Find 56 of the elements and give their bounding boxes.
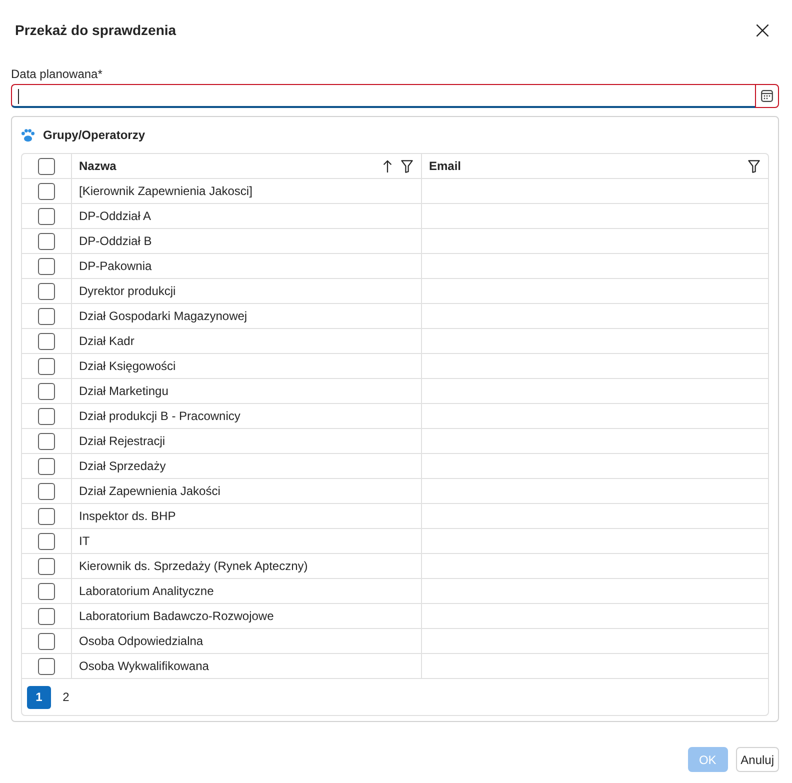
table-cell-text: Laboratorium Analityczne — [79, 583, 214, 600]
table-cell-text: DP-Oddział B — [79, 233, 152, 250]
filter-icon[interactable] — [401, 160, 413, 172]
checkbox[interactable] — [38, 408, 55, 424]
table-cell-text: Dział Rejestracji — [79, 433, 166, 450]
sort-up-arrow-icon[interactable] — [383, 160, 392, 172]
table-cell-text: Dział Kadr — [79, 333, 134, 350]
checkbox[interactable] — [38, 382, 55, 400]
table-cell-text: Dyrektor produkcji — [79, 283, 176, 300]
paw-icon — [21, 128, 35, 142]
checkbox[interactable] — [38, 432, 55, 450]
checkbox[interactable] — [38, 482, 55, 500]
calendar-button[interactable] — [755, 84, 779, 108]
field-label: Data planowana* — [11, 66, 102, 82]
checkbox[interactable] — [38, 532, 55, 550]
checkbox[interactable] — [38, 582, 55, 600]
dialog-title: Przekaż do sprawdzenia — [15, 20, 176, 40]
checkbox[interactable] — [38, 508, 55, 524]
checkbox[interactable] — [38, 632, 55, 650]
calendar-icon — [761, 90, 773, 102]
table-cell-text: Dział Marketingu — [79, 383, 168, 400]
column-header[interactable]: Email — [429, 157, 462, 175]
table-cell-text: Laboratorium Badawczo-Rozwojowe — [79, 608, 274, 625]
table-cell-text: Kierownik ds. Sprzedaży (Rynek Apteczny) — [79, 558, 308, 575]
checkbox[interactable] — [38, 358, 55, 374]
table-cell-text: Dział produkcji B - Pracownicy — [79, 408, 240, 425]
table-cell-text: Inspektor ds. BHP — [79, 508, 176, 525]
table-cell-text: Dział Sprzedaży — [79, 458, 166, 475]
checkbox[interactable] — [38, 232, 55, 250]
checkbox[interactable] — [38, 258, 55, 274]
column-header[interactable]: Nazwa — [79, 157, 116, 175]
checkbox[interactable] — [38, 332, 55, 350]
checkbox[interactable] — [38, 308, 55, 324]
table-cell-text: DP-Pakownia — [79, 258, 152, 275]
table-cell-text: Dział Gospodarki Magazynowej — [79, 308, 248, 325]
cancel-button[interactable]: Anuluj — [736, 747, 779, 772]
table-cell-text: Osoba Odpowiedzialna — [79, 633, 204, 650]
checkbox[interactable] — [38, 158, 55, 174]
table-cell-text: Dział Księgowości — [79, 358, 176, 375]
checkbox[interactable] — [38, 182, 55, 200]
checkbox[interactable] — [38, 558, 55, 574]
table-cell-text: IT — [79, 533, 90, 550]
checkbox[interactable] — [38, 208, 55, 224]
date-input-field[interactable] — [11, 84, 755, 108]
checkbox[interactable] — [38, 658, 55, 674]
checkbox[interactable] — [38, 458, 55, 474]
close-icon[interactable] — [756, 24, 769, 36]
checkbox[interactable] — [38, 608, 55, 624]
table-cell-text: DP-Oddział A — [79, 208, 152, 225]
page-button[interactable]: 1 — [27, 686, 51, 708]
checkbox[interactable] — [38, 282, 55, 300]
table-cell-text: Dział Zapewnienia Jakości — [79, 483, 220, 500]
table-cell-text: Osoba Wykwalifikowana — [79, 658, 209, 675]
panel-title: Grupy/Operatorzy — [43, 127, 146, 144]
filter-icon[interactable] — [748, 160, 760, 172]
table-cell-text: [Kierownik Zapewnienia Jakosci] — [79, 183, 252, 200]
